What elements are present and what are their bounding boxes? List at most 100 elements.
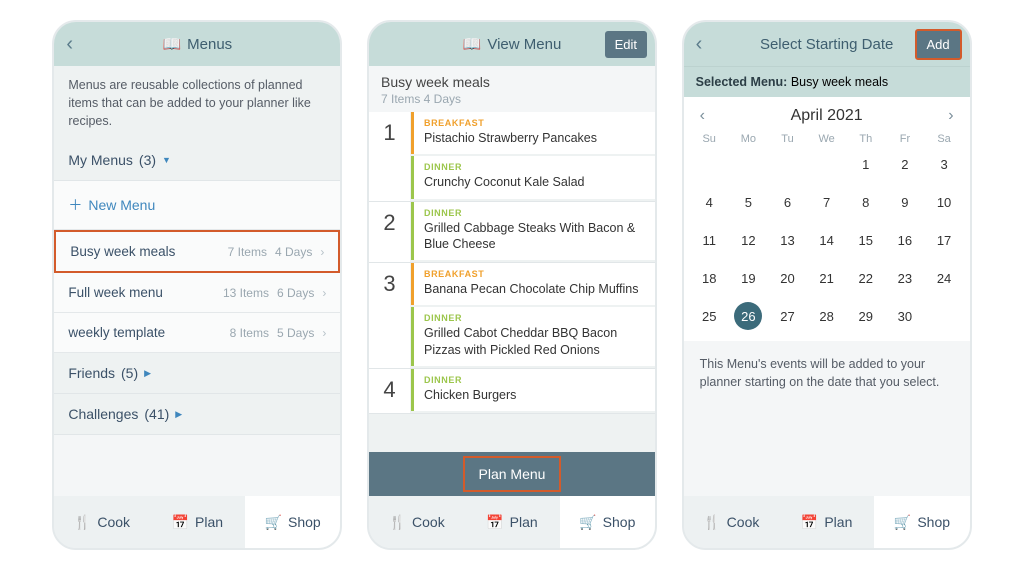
calendar-day[interactable]: 8 — [846, 187, 885, 217]
bottom-nav: 🍴Cook 📅Plan 🛒Shop — [684, 496, 970, 548]
calendar-day[interactable]: 14 — [807, 225, 846, 255]
phone-select-date: ‹ Select Starting Date Add Selected Menu… — [682, 20, 972, 550]
calendar-day[interactable]: 6 — [768, 187, 807, 217]
calendar-day[interactable]: 13 — [768, 225, 807, 255]
phone-menus: ‹ 📖Menus Menus are reusable collections … — [52, 20, 342, 550]
calendar-grid: 1234567891011121314151617181920212223242… — [684, 149, 970, 341]
meal-item[interactable]: DINNER Chicken Burgers — [411, 369, 655, 411]
my-menus-count: (3) — [139, 152, 156, 168]
add-button[interactable]: Add — [915, 29, 962, 60]
calendar-day[interactable]: 4 — [690, 187, 729, 217]
calendar-day[interactable]: 18 — [690, 263, 729, 293]
calendar-day[interactable]: 12 — [729, 225, 768, 255]
weekday-label: Sa — [924, 133, 963, 145]
nav-cook[interactable]: 🍴Cook — [54, 496, 149, 548]
calendar-day[interactable]: 5 — [729, 187, 768, 217]
menu-days: 4 Days — [275, 245, 312, 259]
cart-icon: 🛒 — [579, 514, 596, 531]
back-icon[interactable]: ‹ — [696, 33, 703, 56]
friends-count: (5) — [121, 365, 138, 381]
book-icon: 📖 — [463, 35, 482, 53]
meal-item[interactable]: DINNER Grilled Cabbage Steaks With Bacon… — [411, 202, 655, 261]
friends-section[interactable]: Friends (5) ▶ — [54, 353, 340, 394]
calendar-day[interactable]: 3 — [924, 149, 963, 179]
menu-name: Busy week meals — [70, 244, 219, 259]
meal-item[interactable]: DINNER Crunchy Coconut Kale Salad — [411, 156, 655, 198]
header: ‹ Select Starting Date Add — [684, 22, 970, 66]
edit-button[interactable]: Edit — [605, 31, 647, 58]
fork-knife-icon: 🍴 — [389, 514, 406, 531]
page-title: View Menu — [487, 36, 561, 53]
menu-row[interactable]: weekly template 8 Items 5 Days › — [54, 313, 340, 353]
back-icon[interactable]: ‹ — [66, 33, 73, 56]
menu-name: Busy week meals — [381, 74, 643, 90]
menu-meta: 7 Items 4 Days — [381, 92, 643, 106]
calendar-icon: 📅 — [801, 514, 818, 531]
calendar-day[interactable]: 22 — [846, 263, 885, 293]
challenges-section[interactable]: Challenges (41) ▶ — [54, 394, 340, 435]
nav-shop[interactable]: 🛒Shop — [560, 496, 655, 548]
calendar-day[interactable]: 16 — [885, 225, 924, 255]
chevron-down-icon: ▼ — [162, 155, 171, 165]
nav-plan[interactable]: 📅Plan — [779, 496, 874, 548]
calendar-day[interactable]: 21 — [807, 263, 846, 293]
meal-type-label: DINNER — [424, 313, 645, 323]
calendar-day[interactable]: 29 — [846, 301, 885, 331]
menu-name: Full week menu — [68, 285, 215, 300]
weekday-label: Fr — [885, 133, 924, 145]
calendar-day[interactable]: 2 — [885, 149, 924, 179]
nav-plan[interactable]: 📅Plan — [464, 496, 559, 548]
nav-plan[interactable]: 📅Plan — [150, 496, 245, 548]
menu-items: 8 Items — [230, 326, 269, 340]
challenges-count: (41) — [144, 406, 169, 422]
calendar-icon: 📅 — [172, 514, 189, 531]
meal-item[interactable]: DINNER Grilled Cabot Cheddar BBQ Bacon P… — [411, 307, 655, 366]
calendar-day[interactable]: 26 — [729, 301, 768, 331]
my-menus-section[interactable]: My Menus (3) ▼ — [54, 140, 340, 181]
nav-shop[interactable]: 🛒Shop — [874, 496, 969, 548]
meal-item[interactable]: BREAKFAST Banana Pecan Chocolate Chip Mu… — [411, 263, 655, 305]
calendar-day[interactable]: 15 — [846, 225, 885, 255]
calendar-day[interactable]: 20 — [768, 263, 807, 293]
calendar-day[interactable]: 28 — [807, 301, 846, 331]
calendar-day[interactable]: 27 — [768, 301, 807, 331]
bottom-nav: 🍴Cook 📅Plan 🛒Shop — [54, 496, 340, 548]
calendar-day[interactable]: 10 — [924, 187, 963, 217]
nav-shop[interactable]: 🛒Shop — [245, 496, 340, 548]
menu-items: 13 Items — [223, 286, 269, 300]
selected-menu-bar: Selected Menu: Busy week meals — [684, 66, 970, 97]
calendar-day[interactable]: 11 — [690, 225, 729, 255]
calendar-day[interactable]: 23 — [885, 263, 924, 293]
calendar-day[interactable]: 9 — [885, 187, 924, 217]
new-menu-button[interactable]: ＋ New Menu — [54, 181, 340, 230]
page-title: Menus — [187, 36, 232, 53]
prev-month-icon[interactable]: ‹ — [700, 107, 705, 125]
calendar-day[interactable]: 30 — [885, 301, 924, 331]
menu-row[interactable]: Busy week meals 7 Items 4 Days › — [54, 230, 340, 273]
calendar-day[interactable]: 24 — [924, 263, 963, 293]
menu-row[interactable]: Full week menu 13 Items 6 Days › — [54, 273, 340, 313]
day-number: 4 — [369, 369, 411, 413]
selected-menu-name: Busy week meals — [791, 75, 888, 89]
phone-view-menu: 📖 View Menu Edit Busy week meals 7 Items … — [367, 20, 657, 550]
menu-days: 6 Days — [277, 286, 314, 300]
nav-cook[interactable]: 🍴Cook — [369, 496, 464, 548]
next-month-icon[interactable]: › — [948, 107, 953, 125]
calendar-day[interactable]: 1 — [846, 149, 885, 179]
meal-item[interactable]: BREAKFAST Pistachio Strawberry Pancakes — [411, 112, 655, 154]
header: 📖 View Menu Edit — [369, 22, 655, 66]
plan-menu-button[interactable]: Plan Menu — [463, 456, 562, 492]
calendar-day[interactable]: 7 — [807, 187, 846, 217]
menu-days: 5 Days — [277, 326, 314, 340]
plan-bar: Plan Menu — [369, 452, 655, 496]
meal-type-label: DINNER — [424, 208, 645, 218]
calendar-day[interactable]: 25 — [690, 301, 729, 331]
meal-dish: Crunchy Coconut Kale Salad — [424, 174, 645, 190]
nav-cook[interactable]: 🍴Cook — [684, 496, 779, 548]
calendar-day[interactable]: 17 — [924, 225, 963, 255]
month-label: April 2021 — [791, 107, 863, 125]
calendar-day[interactable]: 19 — [729, 263, 768, 293]
meal-dish: Chicken Burgers — [424, 387, 645, 403]
meal-type-label: BREAKFAST — [424, 118, 645, 128]
weekday-label: Su — [690, 133, 729, 145]
